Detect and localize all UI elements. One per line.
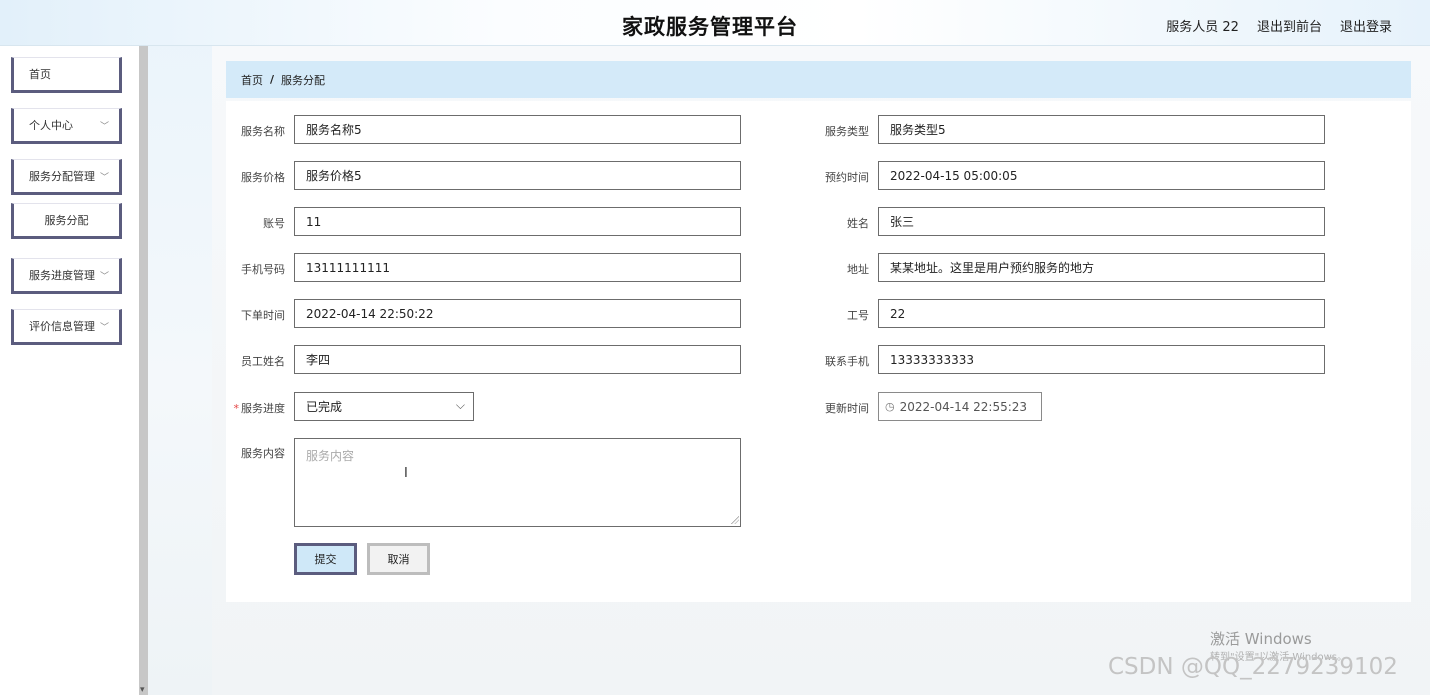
- staff-name-field[interactable]: [294, 345, 741, 374]
- update-time-value: 2022-04-14 22:55:23: [899, 399, 1028, 414]
- staff-name-label: 员工姓名: [241, 355, 285, 368]
- progress-selected-value: 已完成: [306, 400, 343, 414]
- order-time-field[interactable]: [294, 299, 741, 328]
- phone-field[interactable]: [294, 253, 741, 282]
- progress-select[interactable]: 已完成 ⌵: [294, 392, 474, 421]
- sidebar-item-service-progress-mgmt[interactable]: 服务进度管理 ﹀: [11, 258, 122, 294]
- chevron-down-icon: ⌵: [455, 398, 465, 412]
- staff-no-label: 工号: [847, 309, 869, 322]
- breadcrumb-home[interactable]: 首页: [241, 72, 263, 88]
- sidebar-subitem-service-assign[interactable]: 服务分配: [11, 203, 122, 239]
- service-price-label: 服务价格: [241, 171, 285, 184]
- breadcrumb-current: 服务分配: [281, 73, 326, 87]
- sidebar-item-label: 服务进度管理: [29, 269, 95, 282]
- staff-no-field[interactable]: [878, 299, 1325, 328]
- name-field[interactable]: [878, 207, 1325, 236]
- sidebar-item-label: 服务分配: [44, 214, 89, 227]
- address-field[interactable]: [878, 253, 1325, 282]
- account-label: 账号: [263, 217, 285, 230]
- name-label: 姓名: [847, 217, 869, 230]
- text-cursor-icon: I: [404, 466, 408, 481]
- chevron-down-icon: ﹀: [99, 272, 109, 282]
- content-textarea[interactable]: [294, 438, 741, 527]
- submit-button[interactable]: 提交: [294, 543, 357, 575]
- appointment-time-field[interactable]: [878, 161, 1325, 190]
- clock-icon: ◷: [885, 400, 895, 413]
- breadcrumb: 首页 / 服务分配: [226, 61, 1411, 98]
- sidebar-item-review-mgmt[interactable]: 评价信息管理 ﹀: [11, 309, 122, 345]
- cancel-button[interactable]: 取消: [367, 543, 430, 575]
- back-to-front-link[interactable]: 退出到前台: [1257, 16, 1322, 35]
- header-actions: 服务人员 22 退出到前台 退出登录: [1166, 16, 1392, 35]
- address-label: 地址: [847, 263, 869, 276]
- progress-label: * 服务进度: [215, 400, 286, 416]
- required-mark: *: [233, 402, 240, 415]
- service-name-field[interactable]: [294, 115, 741, 144]
- sidebar-item-personal-center[interactable]: 个人中心 ﹀: [11, 108, 122, 144]
- chevron-down-icon: ﹀: [99, 323, 109, 333]
- service-type-label: 服务类型: [825, 125, 869, 138]
- sidebar-item-label: 服务分配管理: [29, 170, 95, 183]
- contact-phone-label: 联系手机: [825, 355, 869, 368]
- sidebar-item-label: 个人中心: [29, 119, 73, 132]
- service-name-label: 服务名称: [241, 125, 285, 138]
- update-time-label: 更新时间: [825, 402, 869, 415]
- chevron-down-icon: ﹀: [99, 122, 109, 132]
- top-header: 家政服务管理平台 服务人员 22 退出到前台 退出登录: [0, 0, 1430, 46]
- windows-activation-title: 激活 Windows: [1210, 630, 1312, 648]
- sidebar-item-home[interactable]: 首页: [11, 57, 122, 93]
- progress-label-text: 服务进度: [241, 402, 285, 415]
- sidebar-item-label: 评价信息管理: [29, 320, 95, 333]
- sidebar-scrollbar[interactable]: [139, 46, 148, 695]
- order-time-label: 下单时间: [241, 309, 285, 322]
- breadcrumb-separator: /: [270, 73, 275, 86]
- update-time-picker[interactable]: ◷ 2022-04-14 22:55:23: [878, 392, 1042, 421]
- logout-link[interactable]: 退出登录: [1340, 16, 1392, 35]
- resize-handle-icon[interactable]: [731, 516, 739, 524]
- service-price-field[interactable]: [294, 161, 741, 190]
- sidebar-item-service-assign-mgmt[interactable]: 服务分配管理 ﹀: [11, 159, 122, 195]
- current-user-label: 服务人员 22: [1166, 20, 1239, 35]
- contact-phone-field[interactable]: [878, 345, 1325, 374]
- csdn-watermark: CSDN @QQ_2279239102: [1108, 654, 1398, 680]
- content-label: 服务内容: [241, 447, 285, 460]
- chevron-down-icon: ﹀: [99, 173, 109, 183]
- service-type-field[interactable]: [878, 115, 1325, 144]
- appointment-time-label: 预约时间: [825, 171, 869, 184]
- sidebar-item-label: 首页: [29, 68, 51, 81]
- phone-label: 手机号码: [241, 263, 285, 276]
- account-field[interactable]: [294, 207, 741, 236]
